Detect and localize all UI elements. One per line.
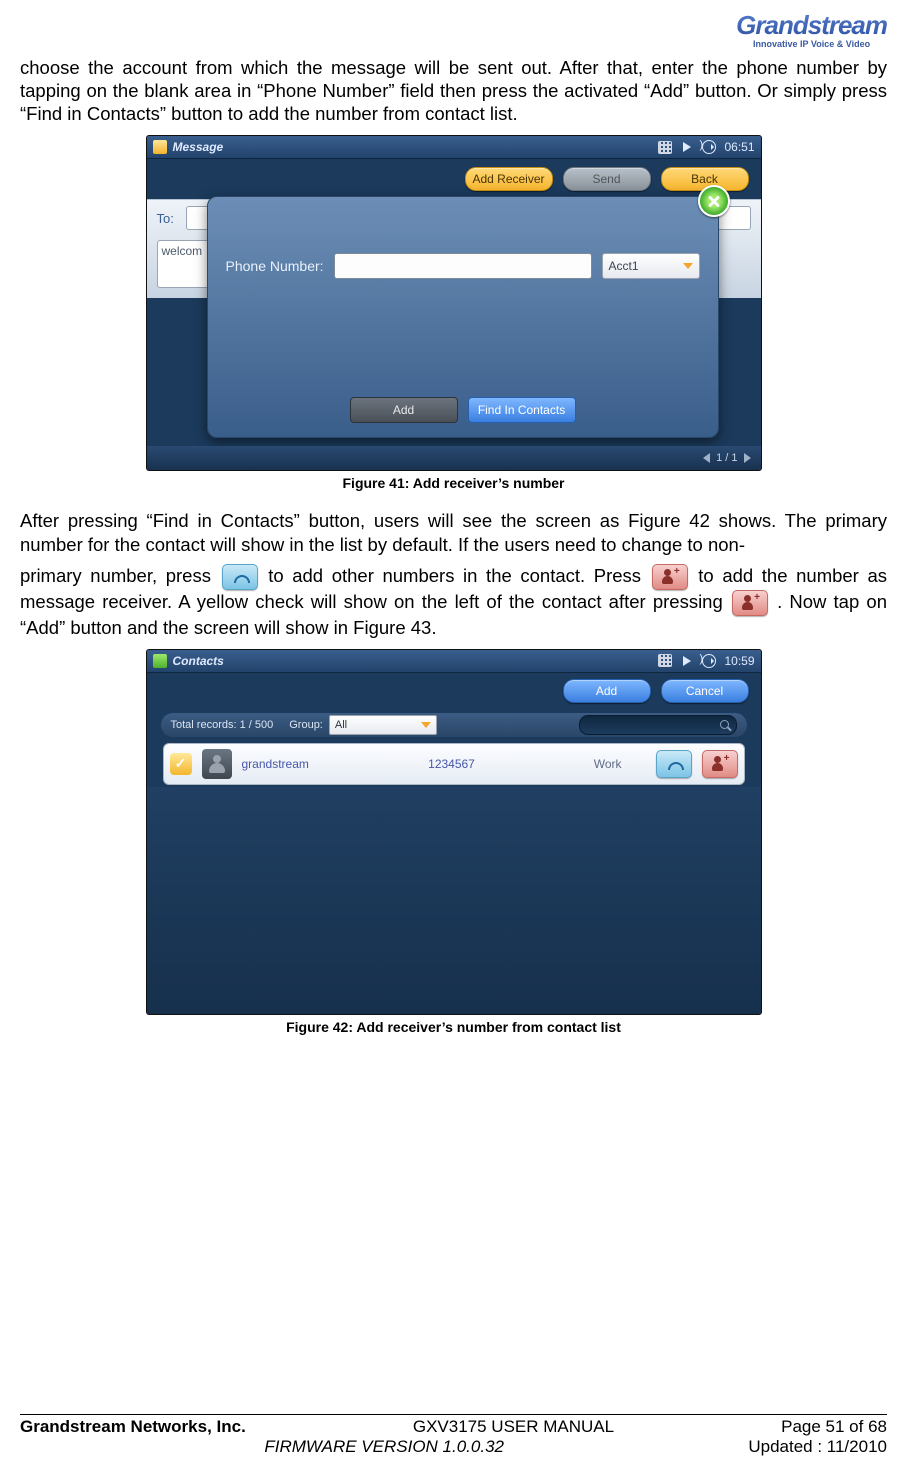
paragraph-2-inline: primary number, press to add other numbe… (20, 564, 887, 639)
group-label: Group: (289, 719, 323, 731)
contacts-empty-area (147, 787, 761, 1015)
volume-icon[interactable] (680, 141, 694, 153)
clock-text: 06:51 (724, 140, 754, 154)
other-numbers-icon (222, 564, 258, 590)
footer-divider (20, 1414, 887, 1415)
add-receiver-icon (652, 564, 688, 590)
other-numbers-button[interactable] (656, 750, 692, 778)
footer-firmware: FIRMWARE VERSION 1.0.0.32 (264, 1437, 504, 1457)
group-select[interactable]: All (329, 715, 437, 735)
account-select[interactable]: Acct1 (602, 253, 700, 279)
find-in-contacts-button[interactable]: Find In Contacts (468, 397, 576, 423)
row-check-icon (170, 753, 192, 775)
search-icon (720, 720, 730, 730)
contact-name: grandstream (242, 757, 362, 771)
figure-42-caption: Figure 42: Add receiver’s number from co… (20, 1019, 887, 1035)
add-button[interactable]: Add (563, 679, 651, 703)
add-receiver-button[interactable] (702, 750, 738, 778)
contact-row[interactable]: grandstream 1234567 Work (163, 743, 745, 785)
window-title: Contacts (173, 654, 224, 668)
to-label: To: (157, 211, 174, 226)
message-textarea[interactable]: welcom (157, 240, 215, 288)
pager-prev-icon[interactable] (703, 453, 710, 463)
refresh-icon[interactable] (702, 655, 716, 667)
figure-41-screenshot: Message 06:51 Add Receiver Send Back To:… (146, 135, 762, 471)
add-button[interactable]: Add (350, 397, 458, 423)
chevron-down-icon (683, 263, 693, 269)
cancel-button[interactable]: Cancel (661, 679, 749, 703)
footer-updated: Updated : 11/2010 (748, 1437, 887, 1457)
footer-manual: GXV3175 USER MANUAL (413, 1417, 614, 1437)
keyboard-icon[interactable] (658, 655, 672, 667)
phone-number-input[interactable] (334, 253, 592, 279)
records-count: Total records: 1 / 500 (171, 719, 274, 731)
footer-page: Page 51 of 68 (781, 1417, 887, 1437)
add-receiver-popover: Phone Number: Acct1 Add Find In Contacts (207, 196, 719, 438)
window-title: Message (173, 140, 224, 154)
logo-brand: Grandstream (736, 10, 887, 41)
toolbar-row: Add Cancel (147, 673, 761, 709)
paragraph-2b: primary number, press (20, 565, 220, 586)
avatar (202, 749, 232, 779)
logo-tagline: Innovative IP Voice & Video (736, 39, 887, 49)
phone-number-label: Phone Number: (226, 258, 324, 274)
page-footer: Grandstream Networks, Inc. GXV3175 USER … (20, 1417, 887, 1457)
search-input[interactable] (579, 715, 737, 735)
header-logo: Grandstream Innovative IP Voice & Video (20, 10, 887, 52)
send-button: Send (563, 167, 651, 191)
volume-icon[interactable] (680, 655, 694, 667)
pager-next-icon[interactable] (744, 453, 751, 463)
message-icon (153, 140, 167, 154)
keyboard-icon[interactable] (658, 141, 672, 153)
account-select-value: Acct1 (609, 259, 639, 273)
contact-number: 1234567 (372, 757, 532, 771)
title-bar: Message 06:51 (147, 136, 761, 159)
footer-company: Grandstream Networks, Inc. (20, 1417, 246, 1437)
pager-bar: 1 / 1 (147, 446, 761, 470)
group-select-value: All (335, 719, 347, 731)
pager-text: 1 / 1 (716, 452, 737, 464)
clock-text: 10:59 (724, 654, 754, 668)
refresh-icon[interactable] (702, 141, 716, 153)
paragraph-2d: to add the number (698, 565, 867, 586)
contacts-icon (153, 654, 167, 668)
records-bar: Total records: 1 / 500 Group: All (161, 713, 747, 737)
chevron-down-icon (421, 722, 431, 728)
figure-41-caption: Figure 41: Add receiver’s number (20, 475, 887, 491)
paragraph-2c: to add other numbers in the contact. Pre… (268, 565, 649, 586)
toolbar-row: Add Receiver Send Back (147, 159, 761, 199)
figure-42-screenshot: Contacts 10:59 Add Cancel Total records:… (146, 649, 762, 1015)
contact-type: Work (542, 757, 622, 771)
close-icon[interactable] (698, 185, 730, 217)
paragraph-1: choose the account from which the messag… (20, 56, 887, 125)
title-bar: Contacts 10:59 (147, 650, 761, 673)
add-receiver-icon-2 (732, 590, 768, 616)
paragraph-2a: After pressing “Find in Contacts” button… (20, 509, 887, 555)
add-receiver-button[interactable]: Add Receiver (465, 167, 553, 191)
